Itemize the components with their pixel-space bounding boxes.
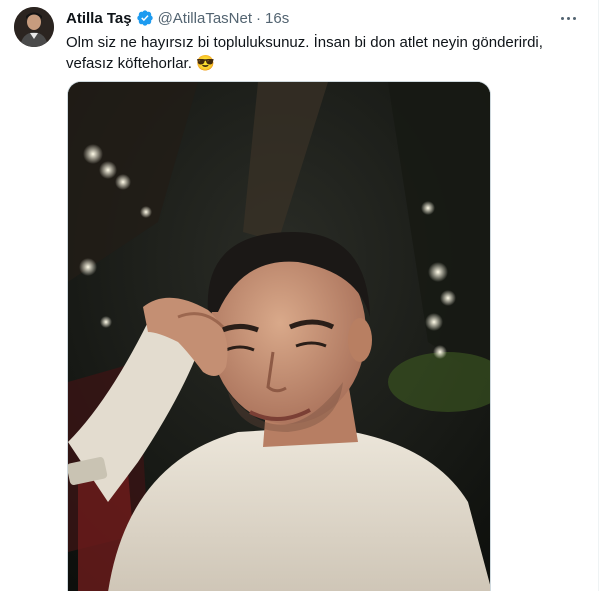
author-name[interactable]: Atilla Taş xyxy=(66,10,132,27)
verified-badge-icon xyxy=(136,9,154,27)
more-dot xyxy=(572,16,576,20)
tweet-header: Atilla Taş @AtillaTasNet · 16s xyxy=(66,8,289,28)
author-avatar[interactable] xyxy=(14,7,54,47)
more-dot xyxy=(560,16,564,20)
more-options-icon[interactable] xyxy=(556,8,580,28)
tweet-photo[interactable] xyxy=(67,81,491,591)
separator-dot: · xyxy=(256,9,262,27)
tweet-card[interactable]: Atilla Taş @AtillaTasNet · 16s Olm siz n… xyxy=(0,0,599,591)
tweet-timestamp[interactable]: 16s xyxy=(265,10,289,27)
more-dot xyxy=(566,16,570,20)
author-handle[interactable]: @AtillaTasNet xyxy=(158,10,252,27)
tweet-text: Olm siz ne hayırsız bi topluluksunuz. İn… xyxy=(66,34,543,72)
photo-illustration xyxy=(68,82,490,591)
